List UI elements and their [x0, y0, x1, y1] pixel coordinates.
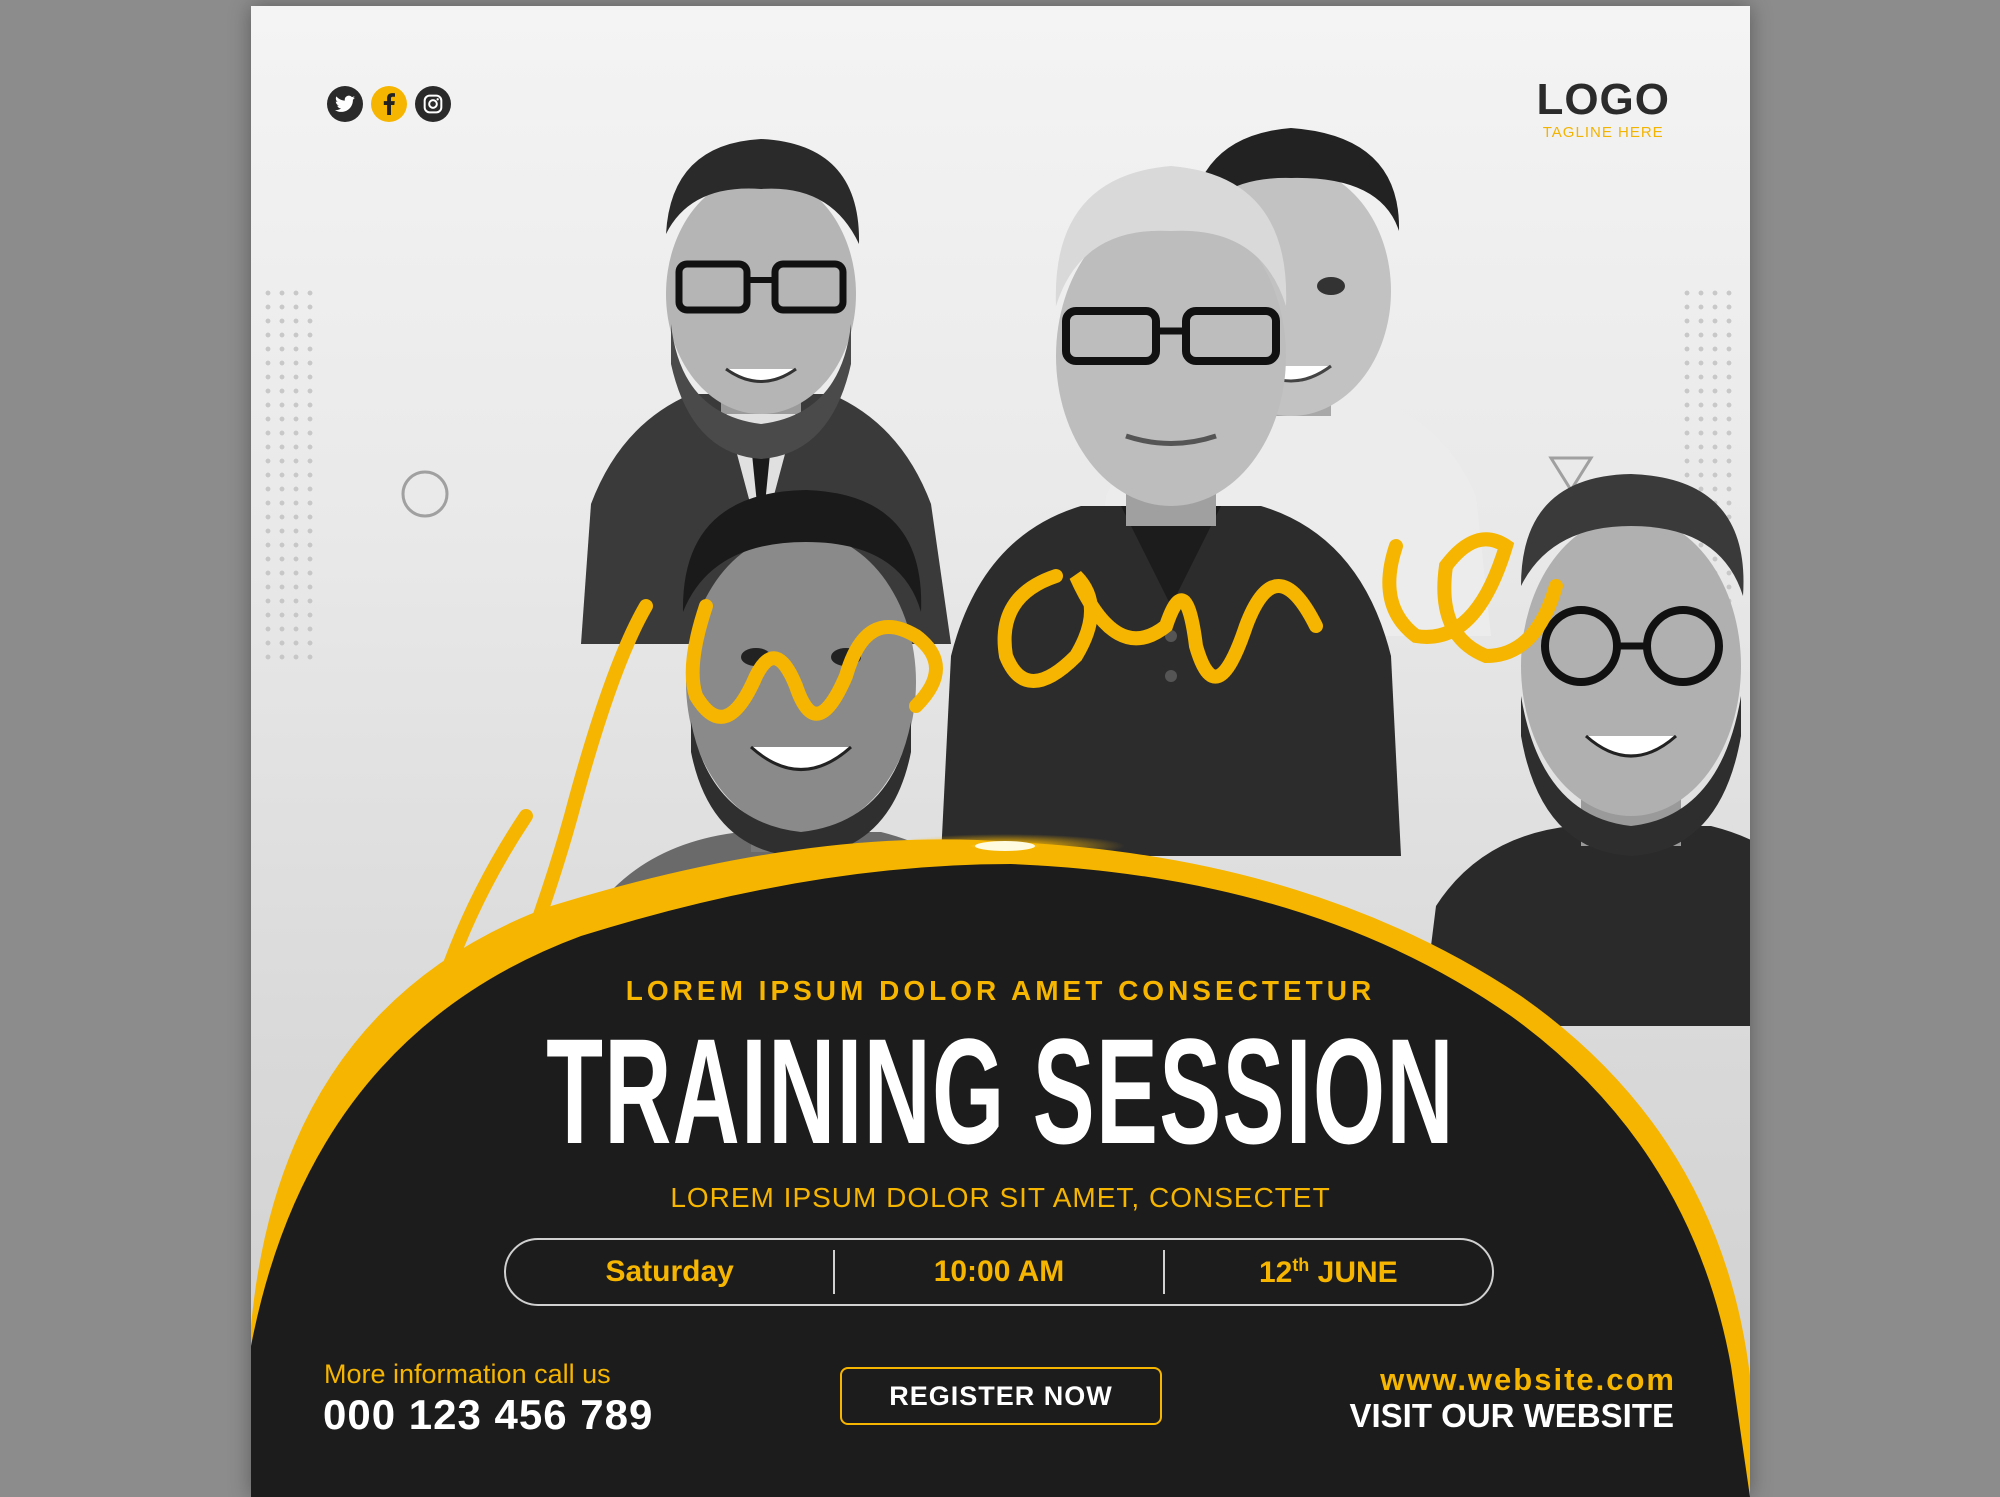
register-button[interactable]: REGISTER NOW [840, 1367, 1162, 1425]
event-date-day: 12 [1258, 1255, 1293, 1289]
contact-label: More information call us [324, 1359, 611, 1389]
event-title: TRAINING SESSION [546, 1007, 1455, 1175]
event-date: 12th JUNE [1165, 1255, 1492, 1290]
event-tagline: LOREM IPSUM DOLOR SIT AMET, CONSECTET [670, 1182, 1331, 1213]
event-date-month: JUNE [1317, 1255, 1398, 1289]
event-time: 10:00 AM [933, 1255, 1065, 1288]
training-session-poster: LOGO TAGLINE HERE LOREM IPSUM DOLOR AMET… [251, 6, 1750, 1497]
event-day: Saturday [605, 1255, 734, 1288]
event-subtitle: LOREM IPSUM DOLOR AMET CONSECTETUR [625, 975, 1376, 1006]
schedule-bar: Saturday 10:00 AM 12th JUNE [504, 1238, 1494, 1306]
website-url[interactable]: www.website.com [1380, 1362, 1676, 1398]
event-date-suffix: th [1292, 1254, 1310, 1275]
contact-phone[interactable]: 000 123 456 789 [323, 1391, 653, 1439]
visit-website-cta[interactable]: VISIT OUR WEBSITE [1349, 1397, 1674, 1435]
